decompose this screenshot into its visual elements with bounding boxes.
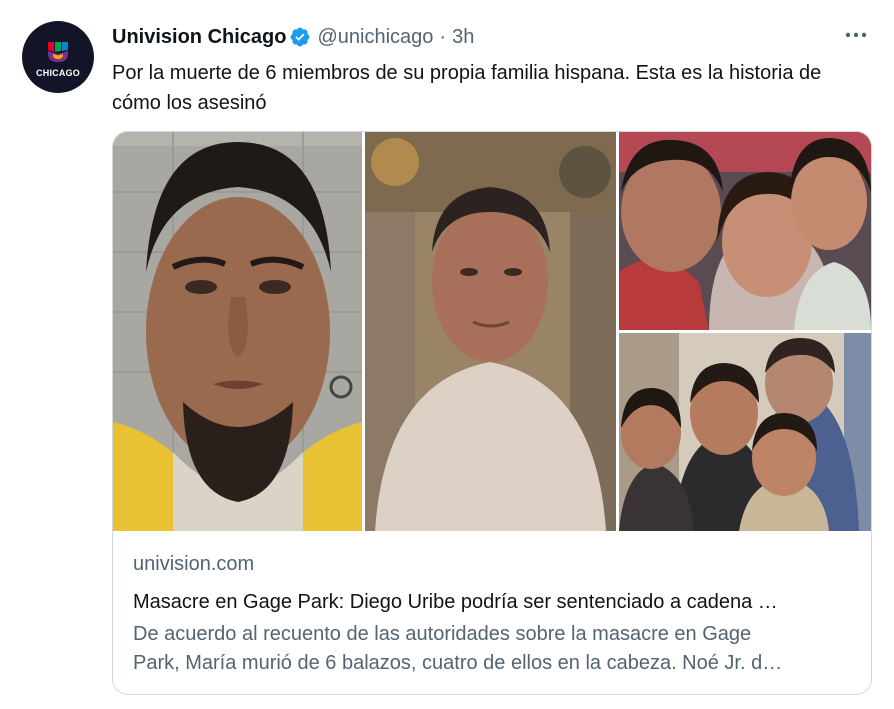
- card-description: De acuerdo al recuento de las autoridade…: [133, 620, 851, 678]
- card-description-line: De acuerdo al recuento de las autoridade…: [133, 623, 752, 645]
- display-name[interactable]: Univision Chicago: [112, 26, 286, 49]
- card-media[interactable]: [113, 132, 871, 531]
- more-horizontal-icon: [845, 32, 867, 38]
- more-options-button[interactable]: [838, 22, 874, 48]
- card-image-mugshot[interactable]: [113, 132, 362, 531]
- card-image-family-1[interactable]: [619, 132, 871, 330]
- univision-logo-icon: [48, 41, 68, 62]
- timestamp[interactable]: 3h: [452, 26, 474, 49]
- card-image-family-2[interactable]: [619, 333, 871, 531]
- verified-badge-icon: [291, 27, 310, 47]
- card-domain: univision.com: [133, 553, 255, 575]
- tweet-text: Por la muerte de 6 miembros de su propia…: [112, 62, 822, 114]
- card-image-portrait[interactable]: [365, 132, 616, 531]
- card-title[interactable]: Masacre en Gage Park: Diego Uribe podría…: [133, 589, 851, 615]
- card-body[interactable]: univision.com Masacre en Gage Park: Dieg…: [113, 531, 871, 678]
- tweet-article[interactable]: CHICAGO Univision Chicago @unichicago · …: [0, 0, 894, 709]
- avatar-label: CHICAGO: [36, 67, 80, 78]
- avatar[interactable]: CHICAGO: [22, 21, 94, 93]
- card-description-line: Park, María murió de 6 balazos, cuatro d…: [133, 652, 783, 674]
- link-card[interactable]: univision.com Masacre en Gage Park: Dieg…: [112, 131, 872, 695]
- separator-dot: ·: [439, 25, 447, 48]
- tweet-header: Univision Chicago @unichicago · 3h: [112, 24, 474, 50]
- user-handle[interactable]: @unichicago: [317, 26, 433, 49]
